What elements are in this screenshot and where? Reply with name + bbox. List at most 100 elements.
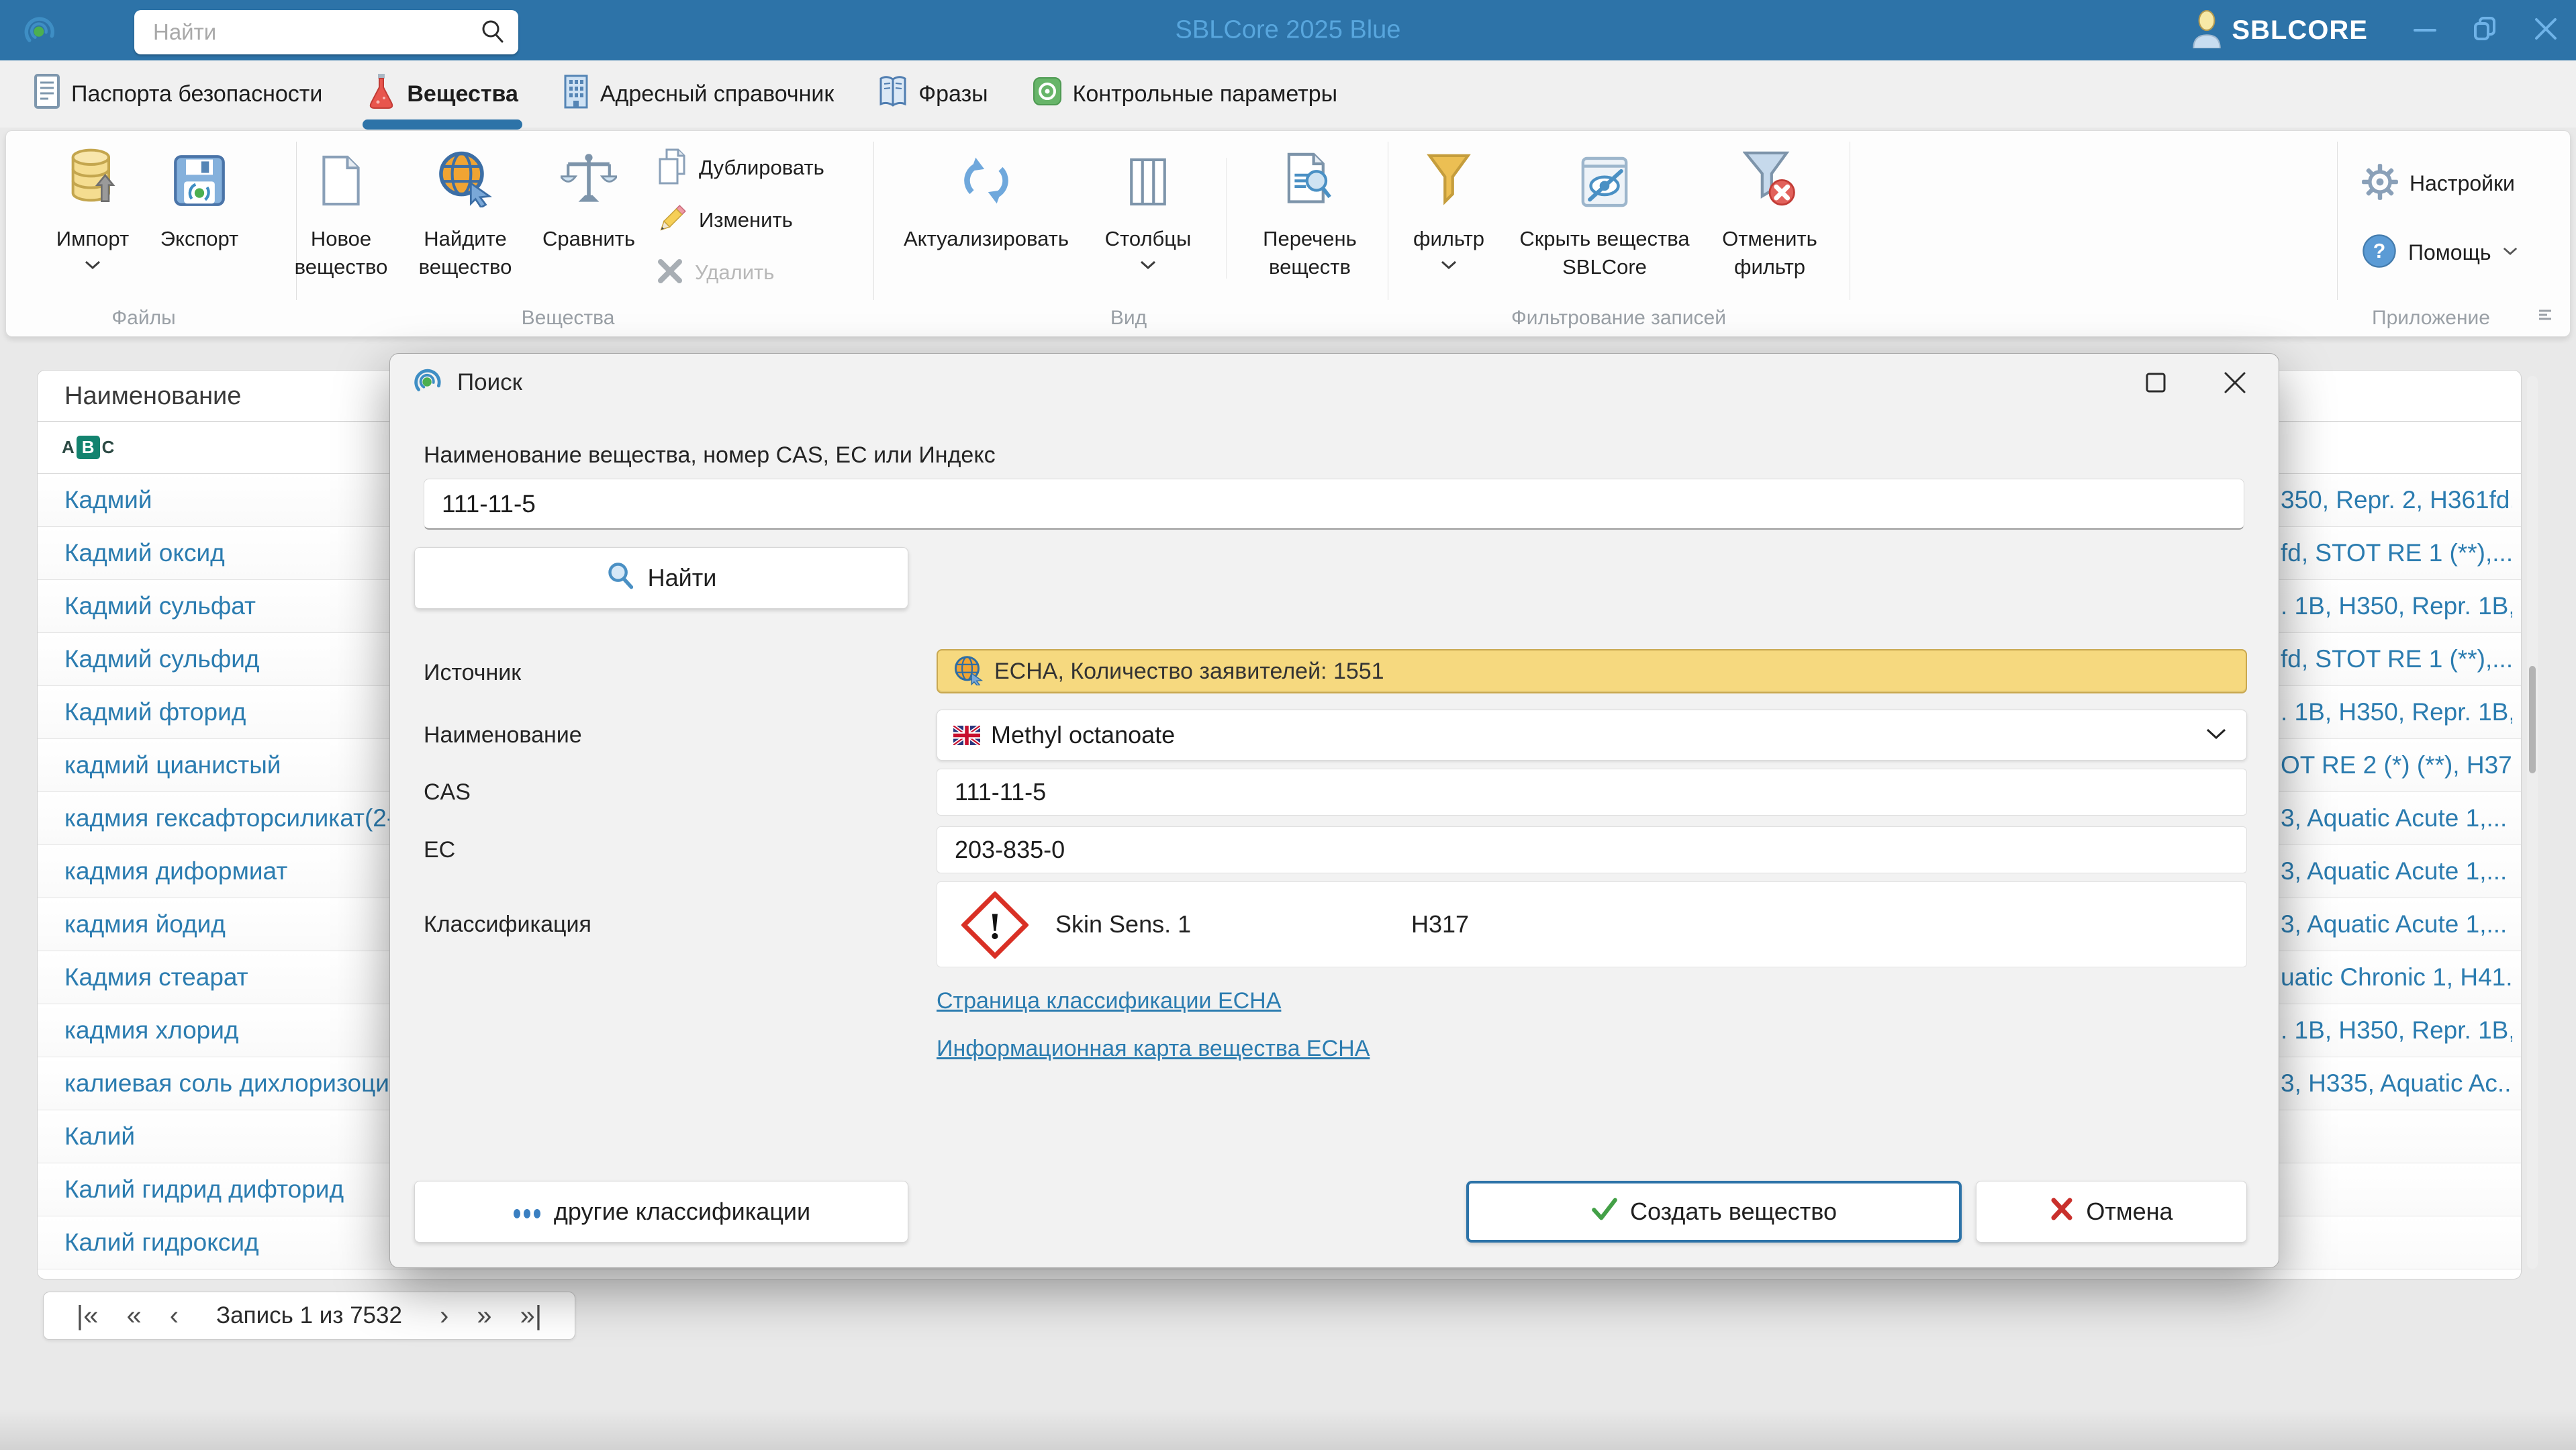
ghs07-pictogram-icon: ! bbox=[961, 891, 1029, 962]
substance-name-link[interactable]: Калий гидроксид bbox=[64, 1216, 259, 1269]
dialog-maximize-button[interactable] bbox=[2136, 366, 2176, 402]
refresh-button[interactable]: Актуализировать bbox=[892, 140, 1080, 308]
help-icon: ? bbox=[2361, 233, 2397, 273]
find-magnifier-icon bbox=[606, 561, 636, 596]
global-search-input[interactable] bbox=[134, 19, 479, 45]
next-page-button[interactable]: › bbox=[440, 1302, 448, 1329]
echa-infocard-link[interactable]: Информационная карта вещества ECHA bbox=[937, 1036, 1370, 1062]
tab-control-parameters[interactable]: Контрольные параметры bbox=[1026, 60, 1344, 128]
scrollbar-thumb[interactable] bbox=[2529, 666, 2536, 773]
substance-list-button[interactable]: Перечень веществ bbox=[1236, 140, 1384, 308]
blank-document-icon bbox=[320, 140, 362, 207]
substance-name-link[interactable]: кадмия йодид bbox=[64, 898, 226, 951]
classification-cell: uatic Chronic 1, H41... bbox=[2281, 963, 2512, 991]
substance-name-link[interactable]: кадмия диформиат bbox=[64, 845, 287, 898]
minimize-icon bbox=[2414, 24, 2436, 36]
restore-icon bbox=[2472, 15, 2499, 46]
substance-name-link[interactable]: Кадмия стеарат bbox=[64, 951, 248, 1004]
chevron-down-icon bbox=[2205, 727, 2228, 744]
search-icon bbox=[479, 17, 506, 48]
globe-icon bbox=[953, 655, 984, 689]
tab-label: Адресный справочник bbox=[600, 81, 834, 107]
create-substance-button[interactable]: Создать вещество bbox=[1466, 1181, 1962, 1243]
dialog-search-field[interactable] bbox=[424, 479, 2244, 530]
tab-label: Контрольные параметры bbox=[1072, 81, 1338, 107]
name-dropdown[interactable]: Methyl octanoate bbox=[937, 710, 2247, 761]
group-menu-icon[interactable] bbox=[2538, 309, 2553, 324]
substance-name-link[interactable]: кадмий цианистый bbox=[64, 739, 281, 791]
document-search-icon bbox=[1285, 140, 1335, 207]
substance-name-link[interactable]: Кадмий сульфид bbox=[64, 633, 260, 685]
ec-field[interactable]: 203-835-0 bbox=[937, 826, 2247, 873]
fast-next-button[interactable]: » bbox=[477, 1302, 491, 1329]
abc-filter-icon: ABC bbox=[62, 436, 114, 459]
import-button[interactable]: Импорт bbox=[32, 140, 153, 308]
funnel-icon bbox=[1427, 140, 1471, 207]
tab-substances[interactable]: Вещества bbox=[360, 60, 525, 130]
filtering-group-label: Фильтрование записей bbox=[1511, 307, 1726, 329]
settings-button[interactable]: Настройки bbox=[2361, 163, 2515, 204]
columns-icon bbox=[1126, 140, 1170, 207]
flask-icon bbox=[367, 72, 396, 116]
floppy-disk-icon bbox=[173, 140, 226, 207]
duplicate-button[interactable]: Дублировать bbox=[656, 142, 871, 194]
dialog-close-button[interactable] bbox=[2215, 366, 2255, 402]
funnel-cancel-icon bbox=[1743, 140, 1797, 207]
dialog-title: Поиск bbox=[457, 369, 522, 395]
group-divider bbox=[1226, 158, 1227, 279]
view-group-label: Вид bbox=[1110, 307, 1147, 329]
substance-name-link[interactable]: Калий bbox=[64, 1110, 135, 1163]
tab-label: Фразы bbox=[918, 81, 988, 107]
substance-name-link[interactable]: Кадмий фторид bbox=[64, 686, 246, 738]
find-button[interactable]: Найти bbox=[414, 547, 908, 609]
name-value: Methyl octanoate bbox=[991, 721, 1176, 748]
cas-label: CAS bbox=[424, 779, 471, 805]
minimize-button[interactable] bbox=[2395, 0, 2455, 60]
substance-name-link[interactable]: калиевая соль дихлоризоцианур bbox=[64, 1057, 443, 1110]
help-button[interactable]: ? Помощь bbox=[2361, 233, 2518, 273]
substance-name-link[interactable]: Кадмий bbox=[64, 474, 152, 526]
substance-name-link[interactable]: Калий гидрид дифторид bbox=[64, 1163, 344, 1216]
restore-button[interactable] bbox=[2455, 0, 2516, 60]
eye-slash-icon bbox=[1579, 140, 1630, 207]
echa-classification-link[interactable]: Страница классификации ECHA bbox=[937, 988, 1281, 1014]
export-button[interactable]: Экспорт bbox=[139, 140, 260, 308]
source-field[interactable]: ECHA, Количество заявителей: 1551 bbox=[937, 649, 2247, 693]
cancel-filter-button[interactable]: Отменить фильтр bbox=[1699, 140, 1840, 308]
classification-cell: 3, Aquatic Acute 1,... bbox=[2281, 857, 2508, 885]
global-search-box[interactable] bbox=[134, 10, 518, 54]
filter-button[interactable]: фильтр bbox=[1392, 140, 1506, 308]
tab-address-book[interactable]: Адресный справочник bbox=[556, 60, 841, 128]
hide-sblcore-button[interactable]: Скрыть вещества SBLCore bbox=[1507, 140, 1702, 308]
prev-page-button[interactable]: ‹ bbox=[170, 1302, 179, 1329]
substance-name-link[interactable]: кадмия хлорид bbox=[64, 1004, 239, 1057]
search-field-label: Наименование вещества, номер CAS, ЕС или… bbox=[424, 442, 996, 468]
close-button[interactable] bbox=[2516, 0, 2576, 60]
other-classifications-button[interactable]: другие классификации bbox=[414, 1181, 908, 1243]
dialog-search-input[interactable] bbox=[424, 479, 2244, 528]
database-import-icon bbox=[69, 140, 116, 207]
check-icon bbox=[1591, 1198, 1618, 1226]
cancel-button[interactable]: Отмена bbox=[1976, 1181, 2247, 1243]
substance-name-link[interactable]: кадмия гексафторсиликат(2-) bbox=[64, 792, 403, 844]
building-icon bbox=[563, 74, 589, 115]
columns-button[interactable]: Столбцы bbox=[1088, 140, 1208, 308]
main-tabbar: Паспорта безопасности Вещества Адресный … bbox=[0, 60, 2576, 130]
compare-button[interactable]: Сравнить bbox=[515, 140, 663, 308]
classification-cell: 3, H335, Aquatic Ac... bbox=[2281, 1069, 2512, 1097]
tab-safety-data-sheets[interactable]: Паспорта безопасности bbox=[27, 60, 329, 128]
edit-button[interactable]: Изменить bbox=[656, 194, 871, 246]
first-page-button[interactable]: |« bbox=[77, 1302, 99, 1329]
vertical-scrollbar[interactable] bbox=[2527, 376, 2538, 1269]
ribbon: Импорт Экспорт Файлы Новое вещество Найди… bbox=[5, 130, 2571, 337]
cas-field[interactable]: 111-11-5 bbox=[937, 769, 2247, 816]
tab-phrases[interactable]: Фразы bbox=[871, 60, 994, 128]
fast-prev-button[interactable]: « bbox=[126, 1302, 141, 1329]
last-page-button[interactable]: »| bbox=[520, 1302, 542, 1329]
chevron-down-icon bbox=[1440, 260, 1458, 273]
delete-button[interactable]: Удалить bbox=[656, 246, 871, 299]
substance-name-link[interactable]: Кадмий сульфат bbox=[64, 580, 256, 632]
substance-name-link[interactable]: Кадмий оксид bbox=[64, 527, 225, 579]
app-logo-icon bbox=[23, 13, 58, 52]
dialog-titlebar[interactable]: Поиск bbox=[390, 354, 2279, 412]
